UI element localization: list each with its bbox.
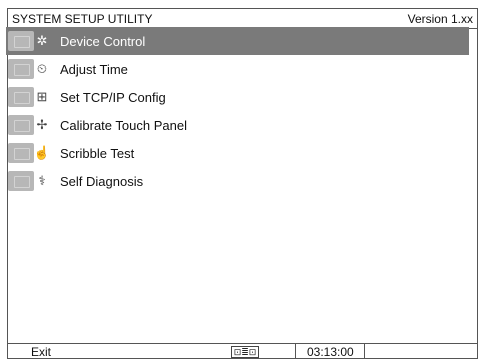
diagnosis-icon: ⚕: [6, 169, 55, 193]
menu-item-device-control[interactable]: ✲ Device Control: [6, 27, 469, 55]
menu-item-label: Scribble Test: [60, 145, 135, 161]
calibrate-icon: ✢: [6, 113, 55, 137]
app-title: SYSTEM SETUP UTILITY: [12, 12, 153, 26]
menu-item-calibrate-touch[interactable]: ✢ Calibrate Touch Panel: [6, 111, 469, 139]
menu-item-adjust-time[interactable]: ⏲ Adjust Time: [6, 55, 469, 83]
menu-item-self-diagnosis[interactable]: ⚕ Self Diagnosis: [6, 167, 469, 195]
exit-button[interactable]: Exit: [31, 345, 51, 359]
menu-item-label: Calibrate Touch Panel: [60, 117, 187, 133]
menu-item-scribble-test[interactable]: ☝ Scribble Test: [6, 139, 469, 167]
menu-item-label: Set TCP/IP Config: [60, 89, 166, 105]
menu-item-label: Self Diagnosis: [60, 173, 144, 189]
network-icon: ⊞: [6, 85, 55, 109]
clock-icon: ⏲: [6, 57, 55, 81]
title-bar: SYSTEM SETUP UTILITY Version 1.xx: [8, 9, 477, 29]
scribble-icon: ☝: [6, 141, 55, 165]
main-menu: ✲ Device Control ⏲ Adjust Time ⊞ Set TCP…: [6, 27, 469, 195]
menu-item-tcpip-config[interactable]: ⊞ Set TCP/IP Config: [6, 83, 469, 111]
menu-item-label: Adjust Time: [60, 61, 128, 77]
menu-item-label: Device Control: [60, 33, 146, 49]
version-label: Version 1.xx: [407, 12, 473, 26]
device-control-icon: ✲: [6, 29, 55, 53]
